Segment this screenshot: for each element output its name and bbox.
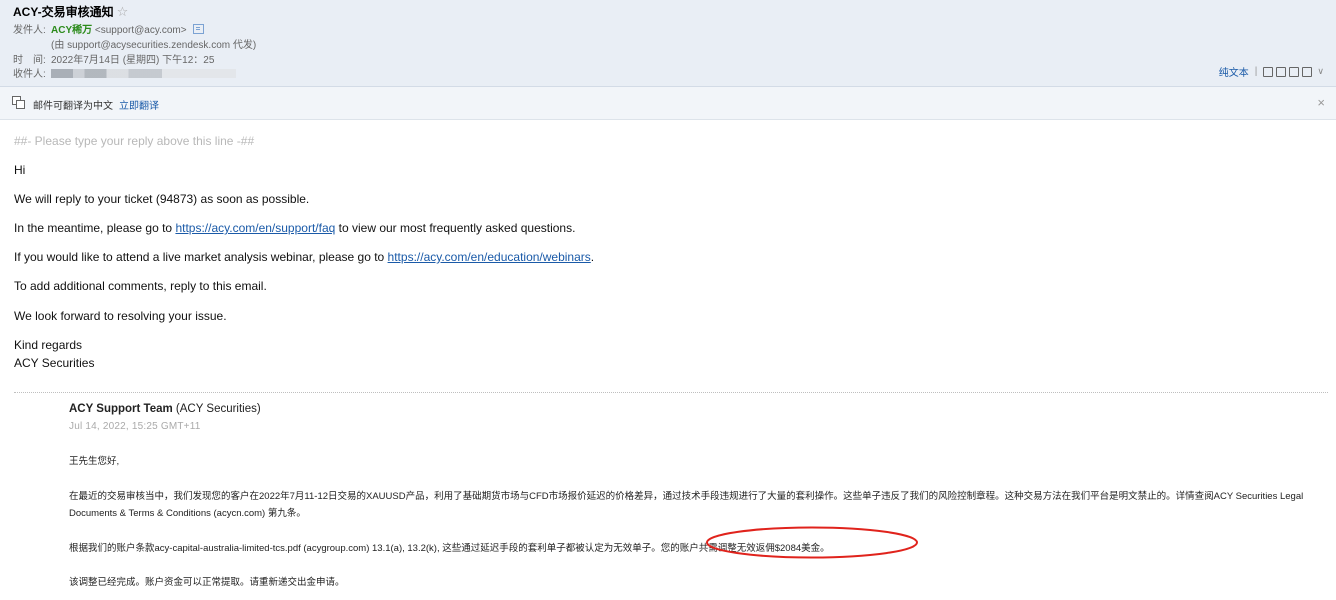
webinar-link[interactable]: https://acy.com/en/education/webinars bbox=[388, 250, 591, 264]
translate-now-link[interactable]: 立即翻译 bbox=[119, 101, 159, 112]
faq-prefix: In the meantime, please go to bbox=[14, 221, 176, 235]
from-row: 发件人: ACY稀万 <support@acy.com> bbox=[13, 24, 204, 37]
quoted-author-name: ACY Support Team bbox=[69, 403, 173, 415]
body-line-comments: To add additional comments, reply to thi… bbox=[14, 279, 267, 293]
body-line-resolve: We look forward to resolving your issue. bbox=[14, 309, 227, 323]
faq-link[interactable]: https://acy.com/en/support/faq bbox=[175, 221, 335, 235]
sender-email[interactable]: <support@acy.com> bbox=[95, 25, 187, 36]
chevron-down-icon[interactable]: ∨ bbox=[1317, 66, 1324, 77]
signoff-company: ACY Securities bbox=[14, 356, 95, 370]
quoted-para3: 该调整已经完成。账户资金可以正常提取。请重新递交出金申请。 bbox=[69, 577, 345, 588]
translate-message-text: 邮件可翻译为中文 bbox=[33, 101, 113, 112]
time-row: 时 间: 2022年7月14日 (星期四) 下午12：25 bbox=[13, 54, 214, 67]
quoted-author-company: (ACY Securities) bbox=[172, 403, 261, 415]
via-row: (由 support@acysecurities.zendesk.com 代发) bbox=[51, 40, 257, 51]
quoted-para2: 根据我们的账户条款acy-capital-australia-limited-t… bbox=[69, 543, 830, 554]
webinar-suffix: . bbox=[590, 250, 595, 264]
quote-divider bbox=[14, 392, 1328, 393]
webinar-prefix: If you would like to attend a live marke… bbox=[14, 250, 388, 264]
new-window-icon[interactable] bbox=[1263, 66, 1274, 77]
signoff-regards: Kind regards bbox=[14, 338, 83, 352]
recipient-redacted bbox=[51, 69, 236, 78]
star-outline-icon[interactable]: ☆ bbox=[117, 4, 129, 19]
sender-name[interactable]: ACY稀万 bbox=[51, 25, 92, 36]
quoted-para1-line2: Documents & Terms & Conditions (acycn.co… bbox=[69, 508, 306, 519]
add-contact-icon[interactable] bbox=[192, 24, 204, 34]
translate-message: 邮件可翻译为中文 立即翻译 bbox=[33, 97, 159, 112]
greeting: Hi bbox=[14, 163, 26, 177]
print-preview-icon[interactable] bbox=[1289, 66, 1300, 77]
to-label: 收件人: bbox=[13, 69, 46, 80]
body-line-faq: In the meantime, please go to https://ac… bbox=[14, 221, 575, 235]
quoted-salutation: 王先生您好, bbox=[69, 456, 120, 467]
quoted-para1-line1: 在最近的交易审核当中，我们发现您的客户在2022年7月11-12日交易的XAUU… bbox=[69, 491, 1304, 502]
body-line-webinar: If you would like to attend a live marke… bbox=[14, 250, 594, 264]
mail-subject: ACY-交易审核通知 ☆ bbox=[13, 3, 128, 20]
toolbar-separator: | bbox=[1254, 66, 1258, 77]
faq-suffix: to view our most frequently asked questi… bbox=[335, 221, 576, 235]
quoted-author: ACY Support Team (ACY Securities) bbox=[69, 403, 261, 415]
header-toolbar: 纯文本 | ∨ bbox=[1219, 64, 1324, 79]
plain-text-button[interactable]: 纯文本 bbox=[1219, 64, 1249, 79]
body-line-ticket: We will reply to your ticket (94873) as … bbox=[14, 192, 310, 206]
time-value: 2022年7月14日 (星期四) 下午12：25 bbox=[51, 55, 215, 66]
copy-icon[interactable] bbox=[1276, 66, 1287, 77]
from-label: 发件人: bbox=[13, 25, 46, 36]
mail-header: ACY-交易审核通知 ☆ 发件人: ACY稀万 <support@acy.com> … bbox=[0, 0, 1336, 87]
close-icon[interactable]: × bbox=[1317, 95, 1325, 110]
time-label: 时 间: bbox=[13, 55, 46, 66]
subject-text: ACY-交易审核通知 bbox=[13, 5, 114, 19]
reply-marker-line: ##- Please type your reply above this li… bbox=[14, 134, 255, 148]
translate-icon bbox=[12, 96, 25, 109]
to-row: 收件人: bbox=[13, 68, 236, 81]
quoted-date: Jul 14, 2022, 15:25 GMT+11 bbox=[69, 421, 201, 432]
print-icon[interactable] bbox=[1302, 66, 1313, 77]
translate-bar: 邮件可翻译为中文 立即翻译 × bbox=[0, 87, 1336, 120]
